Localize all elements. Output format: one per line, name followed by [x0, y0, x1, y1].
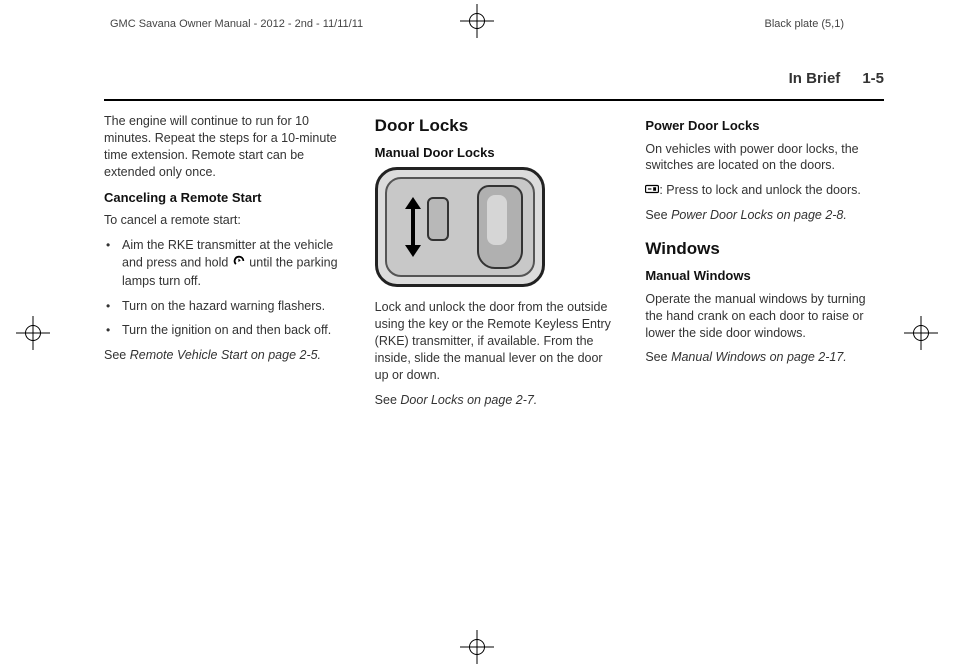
registration-mark-bottom	[460, 630, 494, 664]
column-3: Power Door Locks On vehicles with power …	[645, 113, 884, 417]
list-item: Aim the RKE transmitter at the vehicle a…	[104, 237, 343, 290]
see-link-text: Manual Windows on page 2-17.	[671, 350, 847, 364]
running-head: In Brief 1-5	[104, 70, 884, 93]
windows-heading: Windows	[645, 238, 884, 261]
see-prefix: See	[645, 208, 671, 222]
header-left: GMC Savana Owner Manual - 2012 - 2nd - 1…	[110, 18, 363, 30]
power-lock-icon	[645, 183, 659, 200]
remote-start-icon	[232, 254, 246, 273]
cancel-steps-list: Aim the RKE transmitter at the vehicle a…	[104, 237, 343, 339]
see-prefix: See	[645, 350, 671, 364]
header-right: Black plate (5,1)	[765, 18, 844, 30]
print-header: GMC Savana Owner Manual - 2012 - 2nd - 1…	[0, 18, 954, 30]
list-item: Turn the ignition on and then back off.	[104, 322, 343, 339]
see-link-text: Door Locks on page 2-7.	[400, 393, 537, 407]
manual-door-locks-heading: Manual Door Locks	[375, 144, 614, 162]
see-reference: See Remote Vehicle Start on page 2-5.	[104, 347, 343, 364]
canceling-remote-start-heading: Canceling a Remote Start	[104, 189, 343, 207]
content-frame: In Brief 1-5 The engine will continue to …	[104, 70, 884, 417]
up-down-arrow-icon	[405, 197, 421, 257]
see-prefix: See	[375, 393, 401, 407]
see-link-text: Power Door Locks on page 2-8.	[671, 208, 847, 222]
power-door-locks-heading: Power Door Locks	[645, 117, 884, 135]
door-locks-heading: Door Locks	[375, 115, 614, 138]
page-number: 1-5	[862, 70, 884, 87]
column-2: Door Locks Manual Door Locks Lock and un…	[375, 113, 614, 417]
power-lock-body-1: On vehicles with power door locks, the s…	[645, 141, 884, 175]
cancel-lead: To cancel a remote start:	[104, 212, 343, 229]
section-name: In Brief	[789, 70, 841, 87]
intro-paragraph: The engine will continue to run for 10 m…	[104, 113, 343, 181]
see-reference: See Manual Windows on page 2-17.	[645, 349, 884, 366]
column-1: The engine will continue to run for 10 m…	[104, 113, 343, 417]
list-item: Turn on the hazard warning flashers.	[104, 298, 343, 315]
see-reference: See Door Locks on page 2-7.	[375, 392, 614, 409]
header-rule	[104, 99, 884, 101]
lock-instruction-text: Press to lock and unlock the doors.	[663, 183, 861, 197]
see-reference: See Power Door Locks on page 2-8.	[645, 207, 884, 224]
power-lock-instruction: : Press to lock and unlock the doors.	[645, 182, 884, 199]
columns: The engine will continue to run for 10 m…	[104, 113, 884, 417]
manual-lock-body: Lock and unlock the door from the outsid…	[375, 299, 614, 383]
page: GMC Savana Owner Manual - 2012 - 2nd - 1…	[0, 0, 954, 668]
manual-windows-body: Operate the manual windows by turning th…	[645, 291, 884, 342]
manual-door-lock-illustration	[375, 167, 545, 287]
manual-windows-heading: Manual Windows	[645, 267, 884, 285]
registration-mark-right	[904, 316, 938, 350]
see-link-text: Remote Vehicle Start on page 2-5.	[130, 348, 321, 362]
see-prefix: See	[104, 348, 130, 362]
registration-mark-left	[16, 316, 50, 350]
